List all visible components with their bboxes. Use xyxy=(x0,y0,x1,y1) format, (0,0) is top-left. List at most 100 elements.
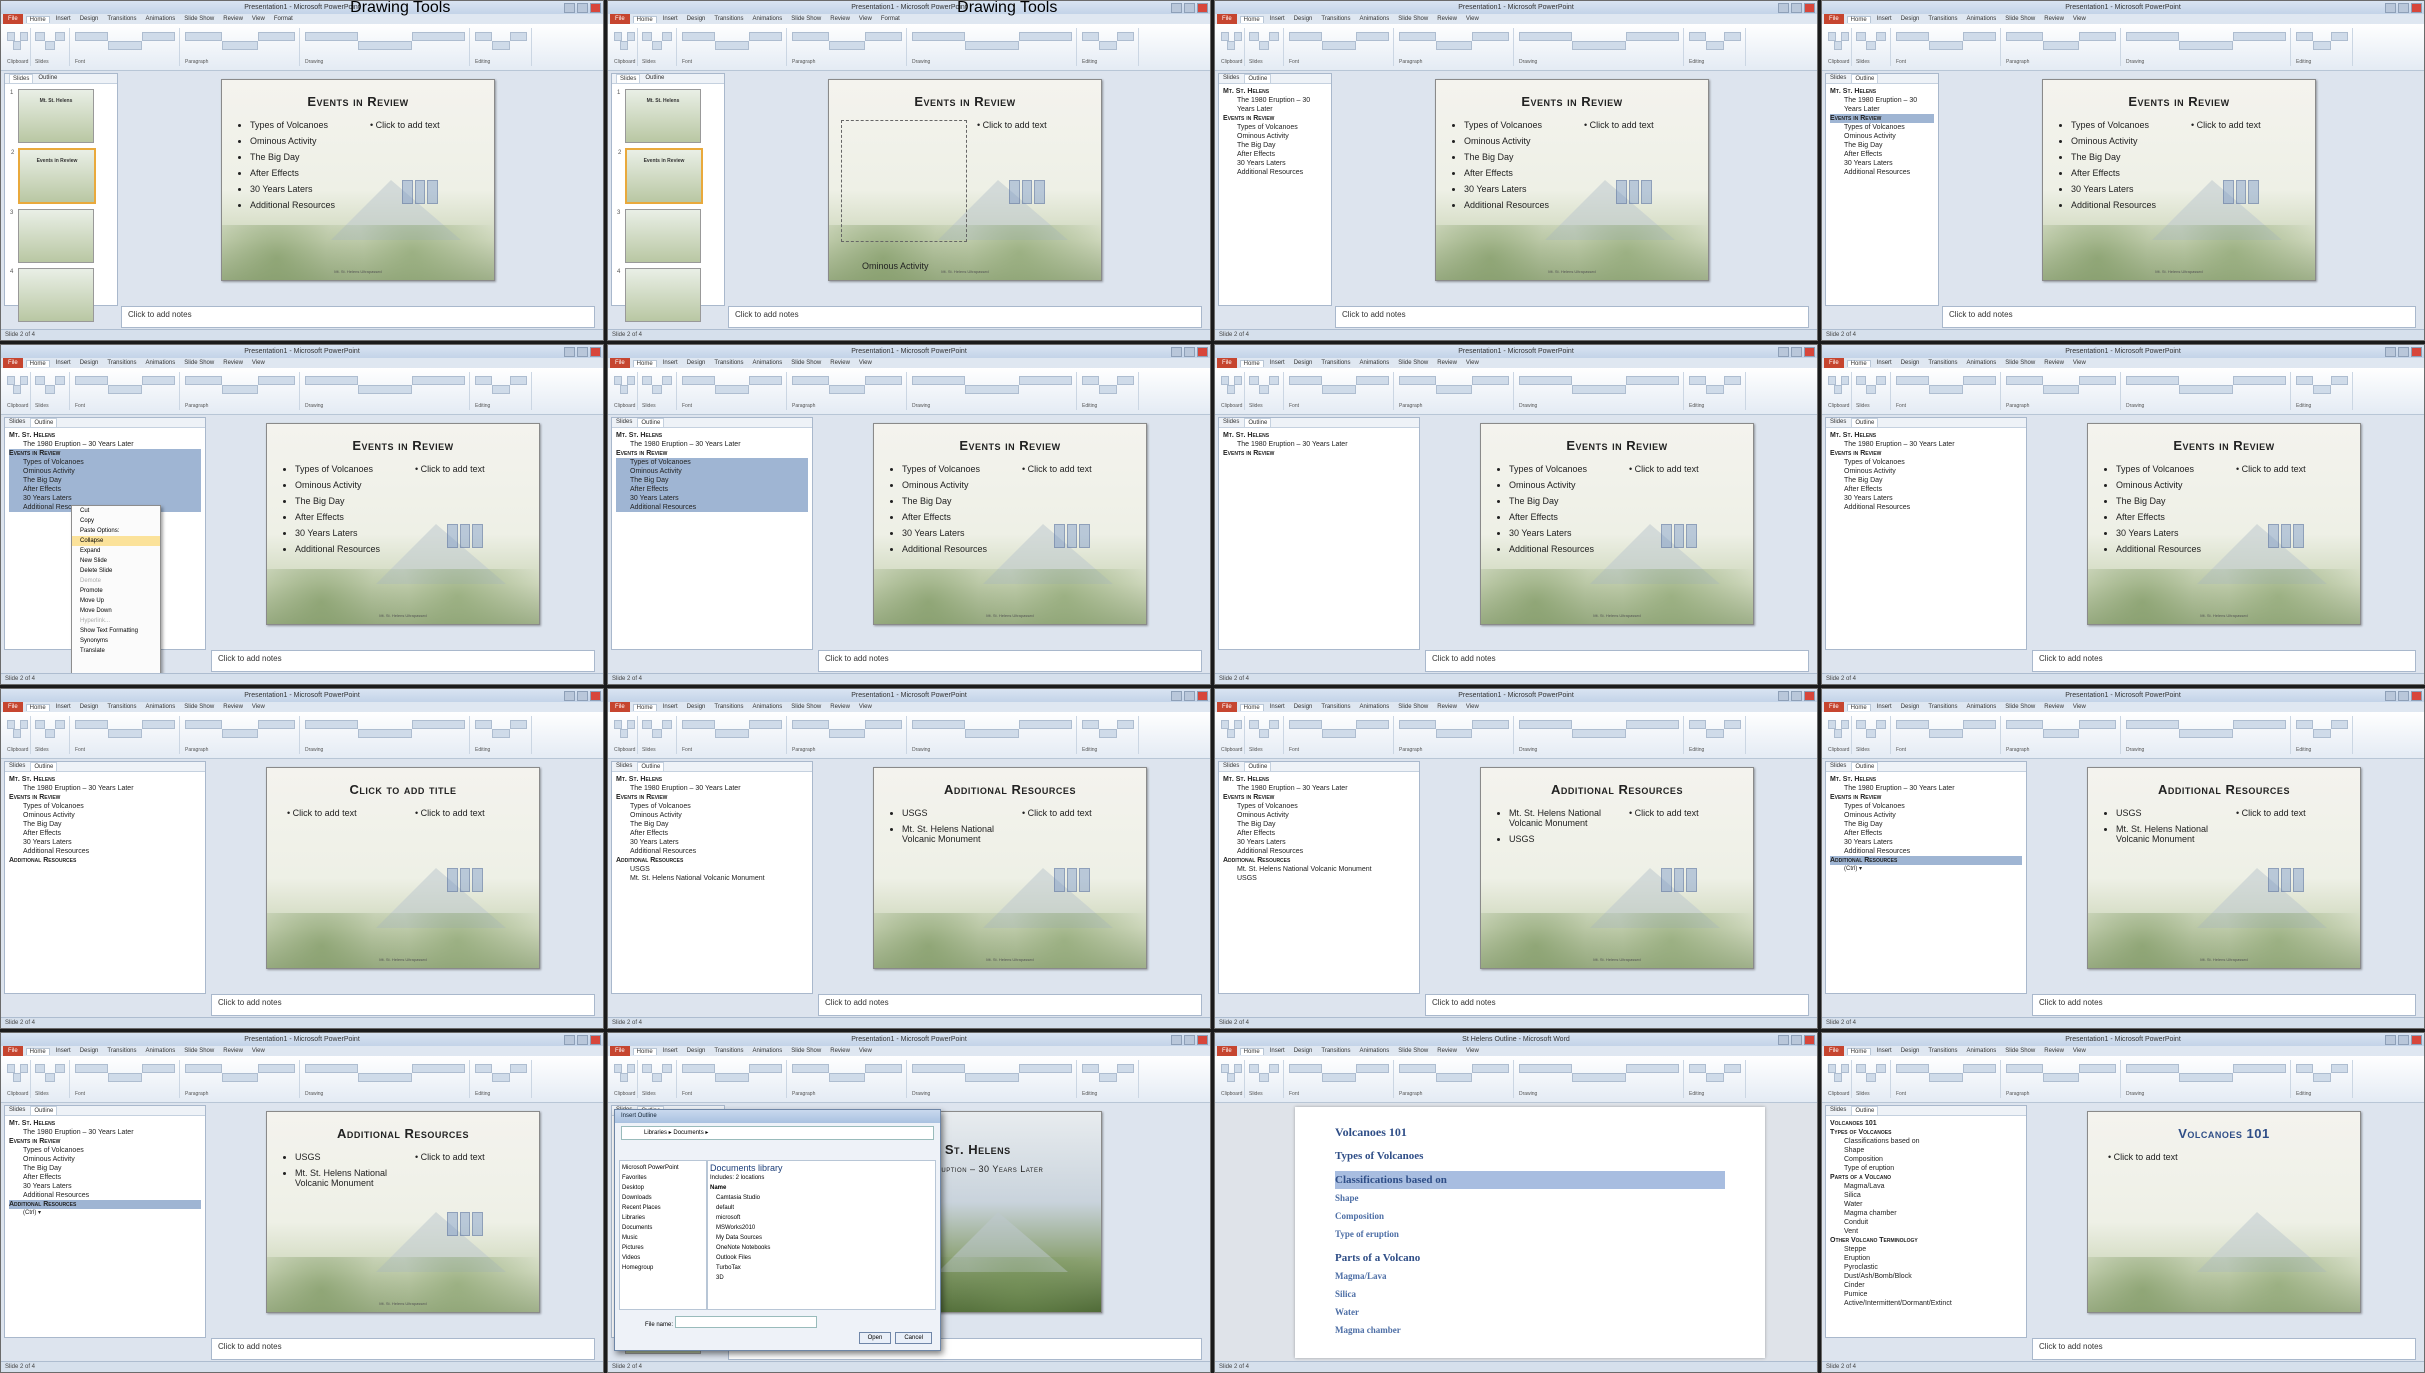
ribbon-button[interactable] xyxy=(141,1064,175,1073)
ribbon-button[interactable] xyxy=(13,41,22,50)
ribbon-button[interactable] xyxy=(1099,1073,1117,1082)
ribbon-button[interactable] xyxy=(828,729,866,738)
ribbon-button[interactable] xyxy=(1435,1073,1473,1082)
notes-pane[interactable]: Click to add notes xyxy=(121,306,595,328)
slide-thumbnail[interactable]: 1 Mt. St. Helens xyxy=(617,89,701,143)
ribbon-button[interactable] xyxy=(2330,32,2348,41)
content-icon[interactable] xyxy=(414,180,426,204)
tab-design[interactable]: Design xyxy=(1898,360,1923,366)
tab-outline[interactable]: Outline xyxy=(30,762,58,771)
minimize-button[interactable] xyxy=(1778,691,1789,701)
ribbon-button[interactable] xyxy=(1472,720,1509,729)
content-icon[interactable] xyxy=(1034,180,1046,204)
tab-view[interactable]: View xyxy=(1463,360,1482,366)
outline-line[interactable]: The Big Day xyxy=(1223,820,1415,829)
ribbon-button[interactable] xyxy=(1018,1064,1072,1073)
slide-thumbnail[interactable]: 2 Events in Review xyxy=(618,148,703,204)
ribbon-button[interactable] xyxy=(1840,32,1849,41)
outline-line[interactable]: Magma/Lava xyxy=(1830,1182,2022,1191)
outline-line[interactable]: 30 Years Laters xyxy=(9,494,201,503)
outline-line[interactable]: Events in Review xyxy=(1223,114,1327,123)
ribbon-button[interactable] xyxy=(865,376,902,385)
outline-line[interactable]: Mt. St. Helens National Volcanic Monumen… xyxy=(616,874,808,883)
outline-text[interactable]: Mt. St. Helens The 1980 Eruption – 30 Yea… xyxy=(1219,772,1419,886)
outline-line[interactable]: 30 Years Laters xyxy=(9,1182,201,1191)
ribbon-button[interactable] xyxy=(1435,729,1473,738)
ribbon-button[interactable] xyxy=(1259,385,1269,394)
ribbon-button[interactable] xyxy=(55,1064,65,1073)
tab-home[interactable]: Home xyxy=(1846,15,1871,23)
outline-line[interactable]: The Big Day xyxy=(1830,820,2022,829)
ribbon-button[interactable] xyxy=(185,720,222,729)
ribbon-button[interactable] xyxy=(626,1064,635,1073)
outline-line[interactable]: Events in Review xyxy=(1830,793,2022,802)
slides-outline-pane[interactable]: Slides Outline Mt. St. Helens The 1980 Erup… xyxy=(1825,73,1939,306)
ribbon-button[interactable] xyxy=(2313,729,2331,738)
close-button[interactable] xyxy=(2411,691,2422,701)
tab-design[interactable]: Design xyxy=(684,360,709,366)
tab-slides[interactable]: Slides xyxy=(9,74,34,83)
outline-line[interactable]: Additional Resources xyxy=(616,847,808,856)
tab-slides[interactable]: Slides xyxy=(1223,418,1239,427)
maximize-button[interactable] xyxy=(577,347,588,357)
ribbon-button[interactable] xyxy=(620,385,629,394)
ribbon-button[interactable] xyxy=(715,729,749,738)
outline-line[interactable]: Magma chamber xyxy=(1830,1209,2022,1218)
outline-line[interactable]: Events in Review xyxy=(1830,114,1934,123)
close-button[interactable] xyxy=(1197,3,1208,13)
outline-line[interactable]: After Effects xyxy=(616,829,808,838)
ribbon-button[interactable] xyxy=(620,1073,629,1082)
ribbon-button[interactable] xyxy=(1572,385,1626,394)
outline-line[interactable]: The Big Day xyxy=(616,476,808,485)
content-icon[interactable] xyxy=(447,524,458,548)
ribbon-button[interactable] xyxy=(912,376,966,385)
slide-thumbnail[interactable]: 2 Events in Review xyxy=(11,148,96,204)
close-button[interactable] xyxy=(590,691,601,701)
outline-line[interactable]: Types of Volcanoes xyxy=(9,1146,201,1155)
outline-line[interactable]: 30 Years Laters xyxy=(1830,838,2022,847)
tab-file[interactable]: File xyxy=(1217,358,1237,368)
slide-title[interactable]: Events in Review xyxy=(2088,438,2360,453)
outline-line[interactable]: The Big Day xyxy=(1830,141,1934,150)
maximize-button[interactable] xyxy=(2398,3,2409,13)
outline-line[interactable]: Types of Volcanoes xyxy=(1830,123,1934,132)
maximize-button[interactable] xyxy=(577,691,588,701)
ribbon-button[interactable] xyxy=(1322,729,1356,738)
outline-line[interactable]: 30 Years Laters xyxy=(616,838,808,847)
slide[interactable]: Events in Review Types of Volcanoes Ominou… xyxy=(266,423,540,625)
tab-animations[interactable]: Animations xyxy=(143,360,179,366)
tab-slide-show[interactable]: Slide Show xyxy=(788,704,824,710)
outline-line[interactable]: Vent xyxy=(1830,1227,2022,1236)
outline-text[interactable]: Mt. St. Helens The 1980 Eruption – 30 Yea… xyxy=(5,428,205,515)
ribbon-button[interactable] xyxy=(1227,729,1236,738)
content-icon[interactable] xyxy=(1066,524,1078,548)
folder-item[interactable]: OneNote Notebooks xyxy=(710,1243,933,1253)
ribbon-button[interactable] xyxy=(35,720,45,729)
outline-line[interactable]: Additional Resources xyxy=(1223,168,1327,177)
outline-line[interactable]: 30 Years Laters xyxy=(616,494,808,503)
outline-line[interactable]: The Big Day xyxy=(1223,141,1327,150)
tab-transitions[interactable]: Transitions xyxy=(104,360,139,366)
outline-line[interactable]: Ominous Activity xyxy=(1830,811,2022,820)
slides-outline-pane[interactable]: Slides Outline Mt. St. Helens The 1980 Erup… xyxy=(1825,761,2027,994)
maximize-button[interactable] xyxy=(577,3,588,13)
ribbon-button[interactable] xyxy=(1876,32,1886,41)
tab-insert[interactable]: Insert xyxy=(1267,16,1288,22)
ribbon-button[interactable] xyxy=(75,720,109,729)
close-button[interactable] xyxy=(2411,3,2422,13)
insert-content-icons[interactable] xyxy=(1009,180,1046,204)
outline-line[interactable]: Ominous Activity xyxy=(9,1155,201,1164)
outline-line[interactable]: Events in Review xyxy=(1830,449,2022,458)
minimize-button[interactable] xyxy=(2385,3,2396,13)
ribbon-button[interactable] xyxy=(509,1064,527,1073)
ribbon-button[interactable] xyxy=(1706,385,1724,394)
tab-insert[interactable]: Insert xyxy=(1267,1048,1288,1054)
ribbon-button[interactable] xyxy=(19,32,28,41)
tab-home[interactable]: Home xyxy=(25,703,50,711)
ribbon-button[interactable] xyxy=(305,376,359,385)
tab-view[interactable]: View xyxy=(856,1048,875,1054)
ribbon-button[interactable] xyxy=(748,376,782,385)
ribbon-button[interactable] xyxy=(221,1073,259,1082)
tab-animations[interactable]: Animations xyxy=(750,704,786,710)
content-icon[interactable] xyxy=(2223,180,2234,204)
